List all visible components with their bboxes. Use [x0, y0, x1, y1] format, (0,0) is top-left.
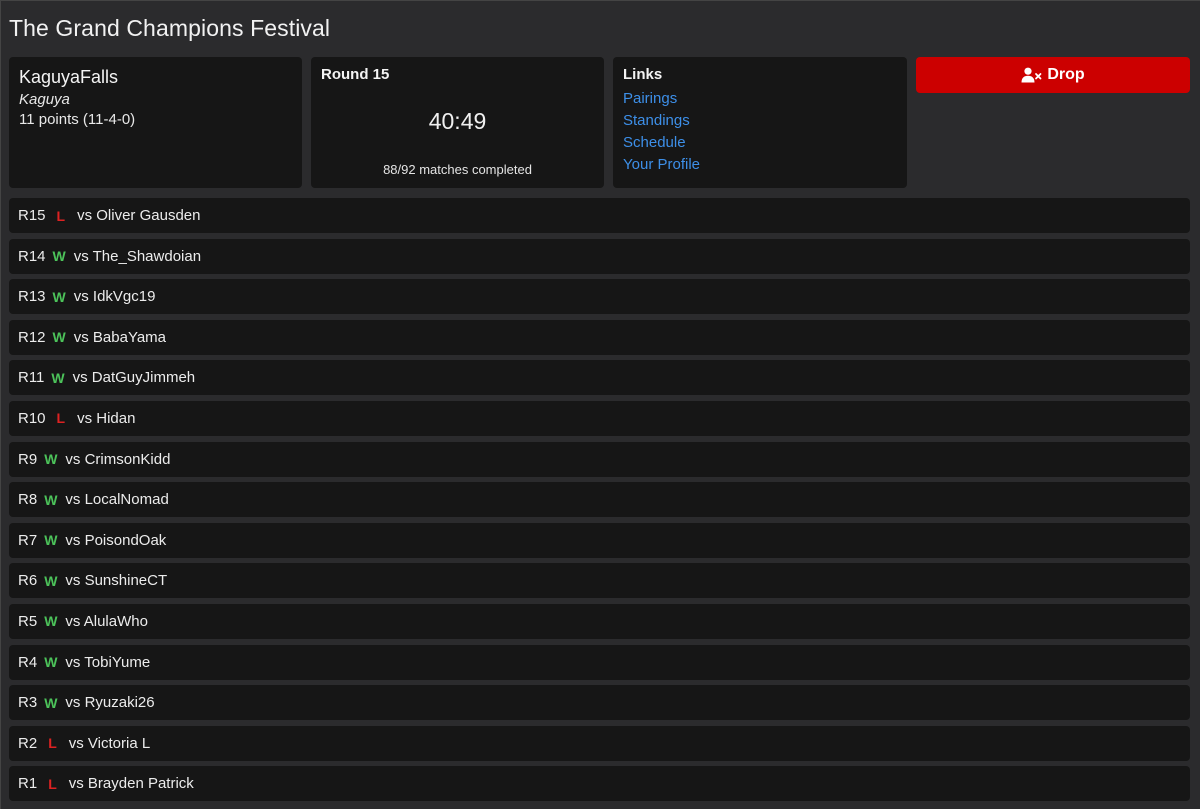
round-row[interactable]: R1 Lvs Brayden Patrick	[9, 766, 1190, 802]
result-win: W	[44, 694, 58, 711]
round-row[interactable]: R5 Wvs AlulaWho	[9, 603, 1190, 639]
opponent-name: vs LocalNomad	[65, 491, 169, 509]
opponent-name: vs Hidan	[77, 409, 136, 427]
opponent-name: vs DatGuyJimmeh	[72, 369, 196, 387]
links-card: Links Pairings Standings Schedule Your P…	[613, 57, 907, 188]
link-standings[interactable]: Standings	[623, 110, 897, 132]
tournament-page: The Grand Champions Festival KaguyaFalls…	[0, 0, 1200, 809]
result-loss: L	[56, 410, 66, 427]
round-number: R3	[18, 694, 38, 712]
round-number: R1	[18, 775, 38, 793]
link-schedule[interactable]: Schedule	[623, 132, 897, 154]
round-row[interactable]: R13 Wvs IdkVgc19	[9, 279, 1190, 315]
result-loss: L	[56, 207, 66, 224]
round-number: R9	[18, 450, 38, 468]
round-row[interactable]: R4 Wvs TobiYume	[9, 644, 1190, 680]
round-number: R11	[18, 369, 45, 387]
opponent-name: vs PoisondOak	[65, 531, 167, 549]
result-win: W	[52, 329, 66, 346]
round-number: R5	[18, 612, 38, 630]
result-win: W	[51, 369, 65, 386]
round-row[interactable]: R2 Lvs Victoria L	[9, 725, 1190, 761]
drop-button[interactable]: Drop	[916, 57, 1190, 93]
opponent-name: vs AlulaWho	[65, 612, 148, 630]
result-win: W	[44, 572, 58, 589]
round-history-list: R15 Lvs Oliver Gausden R14 Wvs The_Shawdoia…	[9, 198, 1190, 807]
round-number: R13	[18, 288, 46, 306]
round-row[interactable]: R10 Lvs Hidan	[9, 400, 1190, 436]
opponent-name: vs SunshineCT	[65, 572, 168, 590]
round-number: R12	[18, 328, 46, 346]
round-timer: 40:49	[428, 108, 487, 134]
player-character: Kaguya	[19, 91, 70, 108]
result-loss: L	[48, 735, 57, 752]
page-title: The Grand Champions Festival	[9, 15, 331, 41]
link-your-profile[interactable]: Your Profile	[623, 154, 897, 176]
user-remove-icon	[1021, 67, 1042, 83]
result-win: W	[44, 654, 58, 671]
result-win: W	[44, 451, 58, 468]
round-row[interactable]: R14 Wvs The_Shawdoian	[9, 238, 1190, 274]
round-number: R4	[18, 653, 38, 671]
result-win: W	[44, 491, 58, 508]
round-row[interactable]: R6 Wvs SunshineCT	[9, 563, 1190, 599]
round-row[interactable]: R7 Wvs PoisondOak	[9, 522, 1190, 558]
opponent-name: vs Brayden Patrick	[68, 775, 194, 793]
result-loss: L	[48, 775, 57, 792]
round-row[interactable]: R11 Wvs DatGuyJimmeh	[9, 360, 1190, 396]
result-win: W	[44, 613, 58, 630]
result-win: W	[52, 248, 66, 265]
opponent-name: vs Oliver Gausden	[77, 207, 201, 224]
opponent-name: vs Victoria L	[68, 734, 151, 752]
matches-completed: 88/92 matches completed	[383, 162, 532, 177]
opponent-name: vs BabaYama	[73, 328, 167, 346]
opponent-name: vs The_Shawdoian	[73, 247, 202, 265]
round-number: R10	[18, 409, 46, 427]
round-number: R6	[18, 572, 38, 590]
opponent-name: vs CrimsonKidd	[65, 450, 171, 468]
round-row[interactable]: R3 Wvs Ryuzaki26	[9, 685, 1190, 721]
round-number: R7	[18, 531, 38, 549]
opponent-name: vs IdkVgc19	[73, 288, 156, 306]
link-pairings[interactable]: Pairings	[623, 88, 897, 110]
round-row[interactable]: R9 Wvs CrimsonKidd	[9, 441, 1190, 477]
player-points: 11 points (11-4-0)	[19, 111, 136, 128]
links-heading: Links	[623, 66, 663, 83]
player-name: KaguyaFalls	[19, 67, 119, 87]
round-number: R15	[18, 207, 46, 224]
player-card: KaguyaFalls Kaguya 11 points (11-4-0)	[9, 57, 302, 188]
result-win: W	[44, 532, 58, 549]
round-row[interactable]: R12 Wvs BabaYama	[9, 319, 1190, 355]
result-win: W	[52, 288, 66, 305]
round-number: R8	[18, 491, 38, 509]
drop-label: Drop	[1047, 66, 1085, 83]
opponent-name: vs Ryuzaki26	[65, 694, 155, 712]
links-list: Pairings Standings Schedule Your Profile	[623, 88, 897, 176]
round-number: R2	[18, 734, 38, 752]
round-heading: Round 15	[321, 66, 390, 83]
round-number: R14	[18, 247, 46, 265]
round-card: Round 15 40:49 88/92 matches completed	[311, 57, 604, 188]
round-row[interactable]: R8 Wvs LocalNomad	[9, 482, 1190, 518]
opponent-name: vs TobiYume	[65, 653, 151, 671]
round-row[interactable]: R15 Lvs Oliver Gausden	[9, 198, 1190, 233]
